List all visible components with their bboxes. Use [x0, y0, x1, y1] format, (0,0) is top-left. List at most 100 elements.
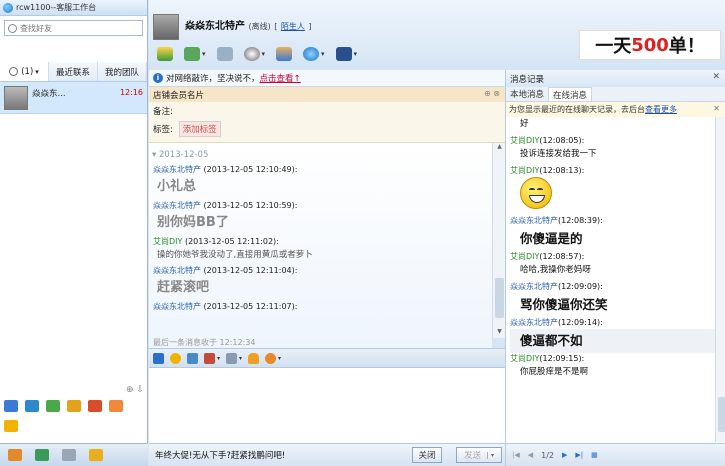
- send-button[interactable]: 发送 ▾: [456, 447, 502, 463]
- globe-button[interactable]: ▾: [303, 47, 325, 61]
- message-text: 操的你她爷我没动了,直接用黄瓜或者萝卜: [157, 250, 313, 260]
- left-panel: rcw1100--客服工作台 (1) ▾ 最近联系 我的团队 焱焱东... 12…: [0, 0, 148, 466]
- message-scrollbar[interactable]: ▲ ▼: [492, 143, 505, 338]
- scroll-thumb[interactable]: [495, 278, 504, 318]
- close-icon[interactable]: ✕: [712, 72, 720, 82]
- history-item: 艾尚DIY(12:08:05): 投诉连接发给我一下: [506, 135, 715, 161]
- notice-text: 对网络敲诈，坚决说不，: [166, 74, 260, 84]
- info-icon: i: [153, 73, 163, 83]
- history-sender: 艾尚DIY: [510, 354, 540, 363]
- transfer-button[interactable]: [157, 47, 173, 61]
- prev-page-icon[interactable]: ◀: [528, 451, 533, 459]
- app-icon[interactable]: [46, 400, 60, 412]
- hat-button[interactable]: ▾: [335, 47, 357, 61]
- chevron-down-icon: ▾: [261, 50, 266, 58]
- chat-icon[interactable]: [8, 449, 22, 461]
- tab-friends[interactable]: (1) ▾: [0, 62, 49, 81]
- camera-button[interactable]: ▾: [243, 47, 266, 61]
- promo-banner[interactable]: 一天 500 单！: [579, 30, 721, 60]
- signal-icon: [216, 47, 233, 61]
- contacts-icon[interactable]: [62, 449, 76, 461]
- history-text: 你傻逼是的: [520, 231, 583, 246]
- tab-local-messages[interactable]: 本地消息: [506, 87, 548, 101]
- tab-online-messages[interactable]: 在线消息: [548, 87, 593, 101]
- history-sender: 焱焱东北特产: [510, 216, 558, 225]
- close-button-label: 关闭: [418, 451, 436, 461]
- history-time: (12:09:14):: [558, 318, 603, 327]
- chevron-down-icon[interactable]: ▾: [217, 355, 220, 362]
- font-icon[interactable]: [153, 352, 164, 364]
- file-icon[interactable]: [226, 352, 238, 364]
- chevron-down-icon: ▾: [202, 50, 206, 58]
- tab-friends-label: (1): [21, 66, 34, 77]
- person-icon: [276, 47, 293, 61]
- close-icon[interactable]: ✕: [713, 104, 720, 113]
- person-button[interactable]: [276, 47, 293, 61]
- notice-link[interactable]: 点击查看↑: [260, 72, 301, 84]
- history-time: (12:08:39):: [558, 216, 603, 225]
- folder-button[interactable]: ▾: [184, 47, 206, 61]
- card-controls[interactable]: ⊕ ⊗: [484, 89, 500, 98]
- history-header: 消息记录 ✕: [506, 70, 725, 87]
- history-text: 哈哈,我操你老妈呀: [520, 265, 591, 275]
- message-sender: 焱焱东北特产: [153, 165, 201, 174]
- chevron-down-icon[interactable]: ▾: [487, 451, 494, 459]
- relation-bracket-close: ]: [308, 22, 312, 31]
- flag-icon[interactable]: [4, 420, 18, 432]
- app-logo-icon: [3, 2, 13, 13]
- bag-icon[interactable]: [109, 400, 123, 412]
- store-icon[interactable]: [25, 400, 39, 412]
- message-icon[interactable]: [89, 449, 103, 461]
- shop-icon[interactable]: [88, 400, 102, 412]
- view-more-link[interactable]: 查看更多: [645, 105, 677, 114]
- image-icon[interactable]: [187, 352, 198, 364]
- chat-header: 焱焱东北特产 (离线) [ 陌生人 ] 一天 500 单！ ▾ ▾ ▾ ▾: [149, 0, 725, 70]
- folder-icon: [184, 47, 200, 61]
- member-card-title: 店铺会员名片: [153, 91, 205, 101]
- emoji-icon[interactable]: [170, 352, 181, 364]
- history-time: (12:08:05):: [539, 136, 585, 145]
- message-text: 赶紧滚吧: [157, 280, 210, 295]
- history-time: (12:08:13):: [539, 166, 585, 175]
- history-time: (12:09:09):: [558, 282, 603, 291]
- next-page-icon[interactable]: ▶: [562, 451, 567, 459]
- chat-toolbar: ▾ ▾ ▾ ▾: [157, 47, 357, 61]
- phone-icon[interactable]: [35, 449, 49, 461]
- send-button-label: 发送: [463, 451, 481, 461]
- scroll-thumb[interactable]: [718, 397, 725, 432]
- message: 焱焱东北特产 (2013-12-05 12:10:59): 别你妈BB了: [153, 200, 492, 234]
- tab-recent[interactable]: 最近联系: [49, 62, 98, 81]
- signal-button[interactable]: [216, 47, 233, 61]
- tab-team[interactable]: 我的团队: [98, 62, 147, 81]
- chevron-down-icon[interactable]: ▾: [239, 355, 242, 362]
- first-page-icon[interactable]: |◀: [512, 451, 520, 459]
- search-box[interactable]: [4, 20, 143, 36]
- box-icon[interactable]: [67, 400, 81, 412]
- contact-name: 焱焱东北特产: [185, 21, 245, 32]
- bell-icon[interactable]: [248, 352, 260, 364]
- history-scrollbar[interactable]: [715, 117, 725, 442]
- close-button[interactable]: 关闭: [412, 447, 442, 463]
- message-input[interactable]: [149, 368, 505, 443]
- calendar-icon[interactable]: ▦: [591, 451, 598, 459]
- avatar: [4, 85, 28, 110]
- message-time: (2013-12-05 12:10:49):: [203, 165, 298, 174]
- screenshot-icon[interactable]: [204, 352, 215, 364]
- search-input[interactable]: [20, 23, 130, 33]
- history-time: (12:08:57):: [539, 252, 585, 261]
- left-bottom-bar: [0, 443, 148, 466]
- contact-item[interactable]: 焱焱东... 12:16: [0, 82, 147, 114]
- grin-emoji-icon: [520, 177, 552, 209]
- heart-icon[interactable]: [265, 352, 277, 364]
- add-app-icon[interactable]: ⊕ ⇩: [126, 385, 144, 395]
- history-text: 傻逼都不如: [510, 329, 715, 353]
- message: 艾尚DIY (2013-12-05 12:11:02): 操的你她爷我没动了,直…: [153, 236, 492, 263]
- chevron-down-icon[interactable]: ▾: [278, 355, 281, 362]
- note-label: 备注:: [153, 107, 173, 117]
- last-page-icon[interactable]: ▶|: [575, 451, 583, 459]
- add-tag-button[interactable]: 添加标签: [178, 121, 221, 137]
- format-toolbar: ▾ ▾ ▾: [149, 348, 505, 368]
- relation-link[interactable]: 陌生人: [281, 22, 305, 31]
- user-icon[interactable]: [4, 400, 18, 412]
- promo-tip[interactable]: 年终大促!无从下手?赶紧找鹏问吧!: [155, 449, 412, 461]
